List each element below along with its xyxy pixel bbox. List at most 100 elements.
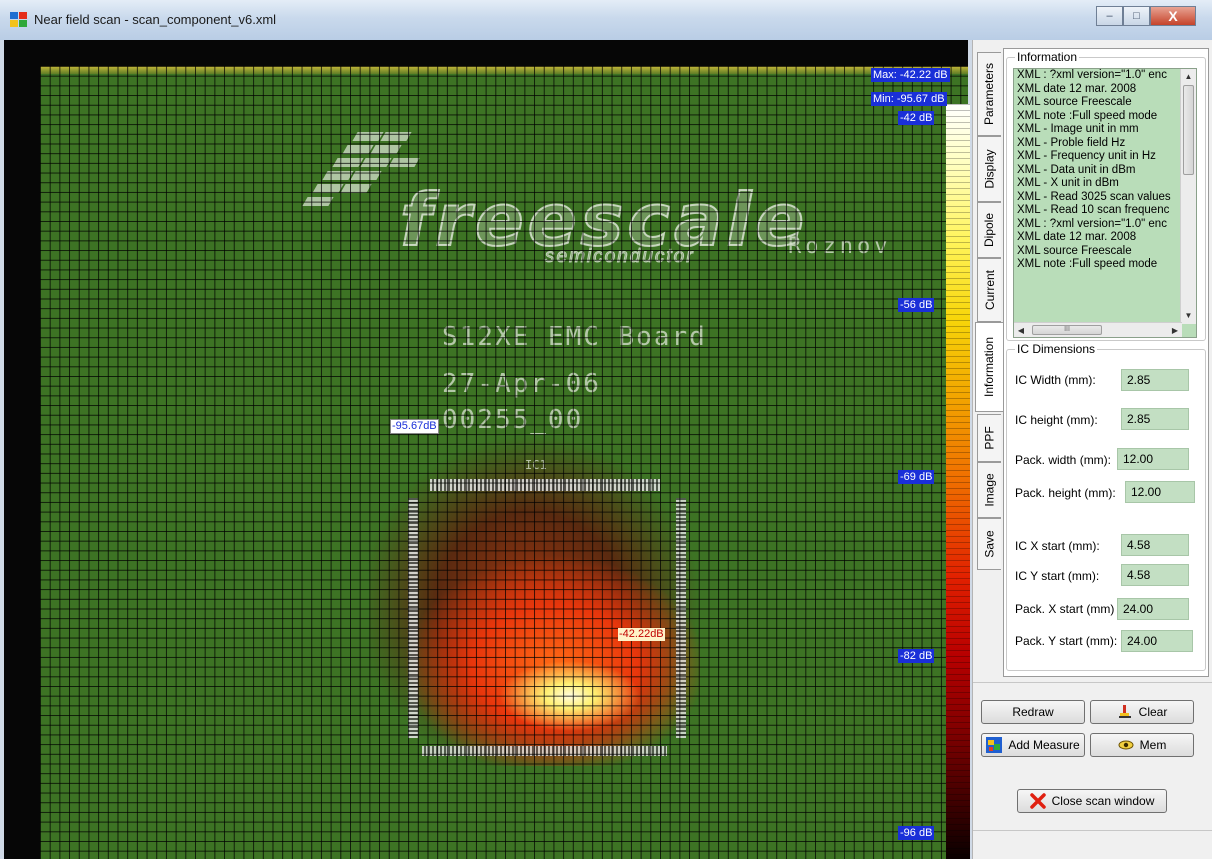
pack-y-start-label: Pack. Y start (mm): [1015,634,1118,648]
minimize-button[interactable]: – [1096,6,1123,26]
scan-display[interactable]: freescale semiconductor Roznov S12XE EMC… [4,40,970,859]
pack-x-start-row: Pack. X start (mm) [1015,597,1114,621]
information-list[interactable]: XML : ?xml version="1.0" enc XML date 12… [1013,68,1197,338]
ic-y-start-input[interactable]: 4.58 [1121,564,1189,586]
ic-width-row: IC Width (mm): [1015,368,1096,392]
tab-information[interactable]: Information [975,322,1003,412]
min-marker: -95.67dB [390,419,439,434]
chip-pins [430,479,660,491]
measure-map-icon [986,737,1003,753]
pack-x-start-label: Pack. X start (mm) [1015,602,1115,616]
ic-dimensions-group-title: IC Dimensions [1015,342,1098,356]
ic-height-label: IC height (mm): [1015,413,1098,427]
board-edge [40,66,968,74]
ic-width-label: IC Width (mm): [1015,373,1096,387]
list-item: XML note :Full speed mode [1017,109,1158,122]
ic-y-start-label: IC Y start (mm): [1015,569,1100,583]
tab-ppf[interactable]: PPF [977,414,1001,462]
app-icon [10,12,28,28]
clear-button[interactable]: Clear [1090,700,1194,724]
scroll-up-icon[interactable]: ▲ [1181,69,1196,85]
scroll-right-icon[interactable]: ▶ [1168,323,1182,337]
scroll-left-icon[interactable]: ◀ [1014,323,1028,337]
vertical-scrollbar[interactable]: ▲ ▼ [1180,69,1196,324]
control-panel: Parameters Display Dipole Current Inform… [972,40,1212,859]
information-tab-content: Information XML : ?xml version="1.0" enc… [1003,48,1209,677]
ic-x-start-row: IC X start (mm): [1015,534,1100,558]
list-item: XML : ?xml version="1.0" enc [1017,217,1167,230]
pack-y-start-input[interactable]: 24.00 [1121,630,1193,652]
eraser-icon [1118,705,1131,718]
pack-height-label: Pack. height (mm): [1015,486,1116,500]
board-serial-text: 00255_00 [442,405,584,435]
chip-pins [422,746,667,756]
pack-width-input[interactable]: 12.00 [1117,448,1189,470]
pack-width-row: Pack. width (mm): [1015,448,1111,472]
pack-height-row: Pack. height (mm): [1015,481,1116,505]
close-window-button[interactable]: X [1150,6,1196,26]
ic-dimensions-group: IC Dimensions IC Width (mm): 2.85 IC hei… [1006,342,1206,671]
panel-divider [973,682,1212,683]
board-image: freescale semiconductor Roznov S12XE EMC… [40,66,968,859]
list-item: XML : ?xml version="1.0" enc [1017,69,1167,81]
board-date-text: 27-Apr-06 [442,369,601,399]
tab-parameters[interactable]: Parameters [977,52,1001,136]
information-group-title: Information [1015,50,1080,64]
color-scale [946,104,970,859]
list-item: XML source Freescale [1017,96,1132,108]
horizontal-scrollbar[interactable]: ◀ III ▶ [1014,322,1182,337]
scale-label: -56 dB [898,298,935,312]
scale-label: -69 dB [898,470,935,484]
ic-width-input[interactable]: 2.85 [1121,369,1189,391]
pack-y-start-row: Pack. Y start (mm): [1015,629,1117,653]
ic-height-row: IC height (mm): [1015,408,1098,432]
add-measure-button[interactable]: Add Measure [981,733,1085,757]
list-item: XML - Proble field Hz [1017,136,1126,149]
tab-image[interactable]: Image [977,462,1001,518]
ic-x-start-label: IC X start (mm): [1015,539,1100,553]
list-item: XML - X unit in dBm [1017,177,1119,189]
pack-width-label: Pack. width (mm): [1015,453,1112,467]
scroll-thumb[interactable]: III [1032,325,1102,335]
scale-label: -42 dB [898,111,935,125]
location-text: Roznov [788,234,892,259]
ic-y-start-row: IC Y start (mm): [1015,564,1099,588]
close-icon [1029,793,1046,809]
maximize-button[interactable]: □ [1123,6,1150,26]
tab-dipole[interactable]: Dipole [977,202,1001,258]
ic-x-start-input[interactable]: 4.58 [1121,534,1189,556]
tab-save[interactable]: Save [977,518,1001,570]
pack-x-start-input[interactable]: 24.00 [1117,598,1189,620]
redraw-button[interactable]: Redraw [981,700,1085,724]
window-title: Near field scan - scan_component_v6.xml [34,12,277,27]
scale-label: -96 dB [898,826,935,840]
max-value-label: Max: -42.22 dB [871,68,950,82]
min-value-label: Min: -95.67 dB [871,92,947,106]
chip-pins [676,498,686,738]
eye-icon [1118,740,1134,750]
mem-button[interactable]: Mem [1090,733,1194,757]
list-item: XML - Image unit in mm [1017,123,1139,135]
window-controls: – □ X [1096,6,1196,28]
ic-height-input[interactable]: 2.85 [1121,408,1189,430]
pack-height-input[interactable]: 12.00 [1125,481,1195,503]
panel-divider [973,830,1212,831]
max-marker: -42.22dB [618,628,665,641]
chip-ref-text: IC1 [525,458,547,472]
list-item: XML note :Full speed mode [1017,258,1158,270]
tab-display[interactable]: Display [977,136,1001,202]
scroll-down-icon[interactable]: ▼ [1181,308,1196,324]
chip-pins [408,498,418,738]
list-item: XML source Freescale [1017,244,1132,257]
list-item: XML date 12 mar. 2008 [1017,82,1137,95]
brand-sub-text: semiconductor [545,246,695,268]
scroll-thumb[interactable] [1183,85,1194,175]
list-item: XML - Read 3025 scan values [1017,190,1171,203]
list-item: XML - Frequency unit in Hz [1017,150,1156,162]
list-item: XML date 12 mar. 2008 [1017,231,1137,243]
close-scan-window-button[interactable]: Close scan window [1017,789,1167,813]
scale-label: -82 dB [898,649,935,663]
tab-current[interactable]: Current [977,258,1001,322]
list-item: XML - Read 10 scan frequenc [1017,204,1170,216]
title-bar: Near field scan - scan_component_v6.xml … [0,0,1212,40]
